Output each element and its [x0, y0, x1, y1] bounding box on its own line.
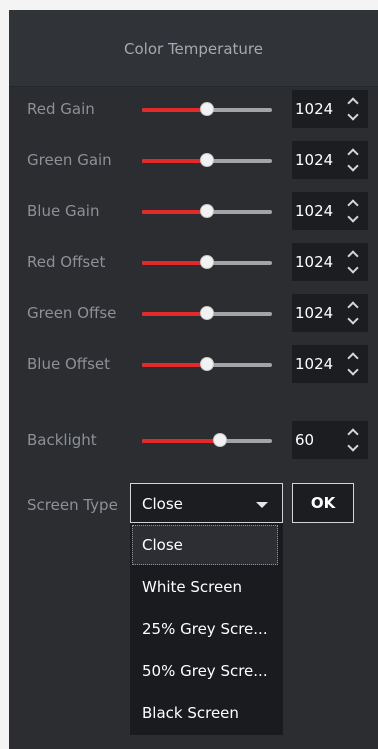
slider-fill — [142, 210, 207, 214]
blue-offset-label: Blue Offset — [27, 355, 111, 373]
backlight-value[interactable]: 60 — [295, 431, 314, 449]
dropdown-option-25-grey-screen[interactable]: 25% Grey Scre... — [132, 609, 278, 649]
slider-thumb[interactable] — [200, 204, 214, 218]
increment-icon[interactable] — [346, 196, 360, 210]
blue-offset-spinbox[interactable]: 1024 — [292, 345, 368, 383]
slider-fill — [142, 261, 207, 265]
dropdown-option-white-screen[interactable]: White Screen — [132, 567, 278, 607]
green-gain-label: Green Gain — [27, 151, 112, 169]
slider-fill — [142, 312, 207, 316]
red-gain-label: Red Gain — [27, 100, 95, 118]
slider-thumb[interactable] — [200, 153, 214, 167]
increment-icon[interactable] — [346, 298, 360, 312]
blue-offset-slider[interactable] — [142, 357, 272, 371]
increment-icon[interactable] — [346, 145, 360, 159]
slider-thumb[interactable] — [213, 433, 227, 447]
blue-gain-spinbox[interactable]: 1024 — [292, 192, 368, 230]
decrement-icon[interactable] — [346, 161, 360, 175]
backlight-slider[interactable] — [142, 433, 272, 447]
panel-header: Color Temperature — [9, 10, 378, 87]
red-gain-slider[interactable] — [142, 102, 272, 116]
green-offset-slider[interactable] — [142, 306, 272, 320]
increment-icon[interactable] — [346, 94, 360, 108]
green-gain-row: Green Gain 1024 — [9, 141, 378, 179]
decrement-icon[interactable] — [346, 110, 360, 124]
decrement-icon[interactable] — [346, 441, 360, 455]
dropdown-option-close[interactable]: Close — [132, 525, 278, 565]
red-gain-spinbox[interactable]: 1024 — [292, 90, 368, 128]
green-gain-spinbox[interactable]: 1024 — [292, 141, 368, 179]
green-gain-value[interactable]: 1024 — [295, 151, 333, 169]
screen-type-select[interactable]: Close — [130, 483, 283, 523]
red-gain-value[interactable]: 1024 — [295, 100, 333, 118]
screen-type-label: Screen Type — [27, 496, 118, 514]
decrement-icon[interactable] — [346, 365, 360, 379]
screen-type-selected-value[interactable]: Close — [142, 495, 183, 513]
slider-fill — [142, 108, 207, 112]
increment-icon[interactable] — [346, 247, 360, 261]
slider-thumb[interactable] — [200, 102, 214, 116]
red-offset-slider[interactable] — [142, 255, 272, 269]
dropdown-option-black-screen[interactable]: Black Screen — [132, 693, 278, 733]
red-offset-row: Red Offset 1024 — [9, 243, 378, 281]
panel-title: Color Temperature — [124, 40, 263, 58]
color-temperature-panel: Color Temperature Red Gain 1024 Green Ga… — [9, 10, 378, 749]
red-offset-value[interactable]: 1024 — [295, 253, 333, 271]
blue-gain-row: Blue Gain 1024 — [9, 192, 378, 230]
green-offset-label: Green Offse — [27, 304, 117, 322]
screen-type-dropdown-list: Close White Screen 25% Grey Scre... 50% … — [130, 523, 283, 735]
decrement-icon[interactable] — [346, 263, 360, 277]
slider-fill — [142, 363, 207, 367]
green-offset-row: Green Offse 1024 — [9, 294, 378, 332]
dropdown-option-50-grey-screen[interactable]: 50% Grey Scre... — [132, 651, 278, 691]
decrement-icon[interactable] — [346, 212, 360, 226]
red-offset-label: Red Offset — [27, 253, 106, 271]
green-gain-slider[interactable] — [142, 153, 272, 167]
blue-offset-row: Blue Offset 1024 — [9, 345, 378, 383]
chevron-down-icon[interactable] — [256, 502, 268, 508]
green-offset-spinbox[interactable]: 1024 — [292, 294, 368, 332]
ok-button[interactable]: OK — [292, 483, 354, 523]
red-gain-row: Red Gain 1024 — [9, 90, 378, 128]
slider-fill — [142, 439, 220, 443]
green-offset-value[interactable]: 1024 — [295, 304, 333, 322]
increment-icon[interactable] — [346, 425, 360, 439]
backlight-label: Backlight — [27, 431, 97, 449]
slider-fill — [142, 159, 207, 163]
slider-thumb[interactable] — [200, 306, 214, 320]
increment-icon[interactable] — [346, 349, 360, 363]
red-offset-spinbox[interactable]: 1024 — [292, 243, 368, 281]
decrement-icon[interactable] — [346, 314, 360, 328]
backlight-row: Backlight 60 — [9, 421, 378, 459]
blue-gain-label: Blue Gain — [27, 202, 100, 220]
backlight-spinbox[interactable]: 60 — [292, 421, 368, 459]
blue-offset-value[interactable]: 1024 — [295, 355, 333, 373]
blue-gain-value[interactable]: 1024 — [295, 202, 333, 220]
blue-gain-slider[interactable] — [142, 204, 272, 218]
slider-thumb[interactable] — [200, 357, 214, 371]
slider-thumb[interactable] — [200, 255, 214, 269]
